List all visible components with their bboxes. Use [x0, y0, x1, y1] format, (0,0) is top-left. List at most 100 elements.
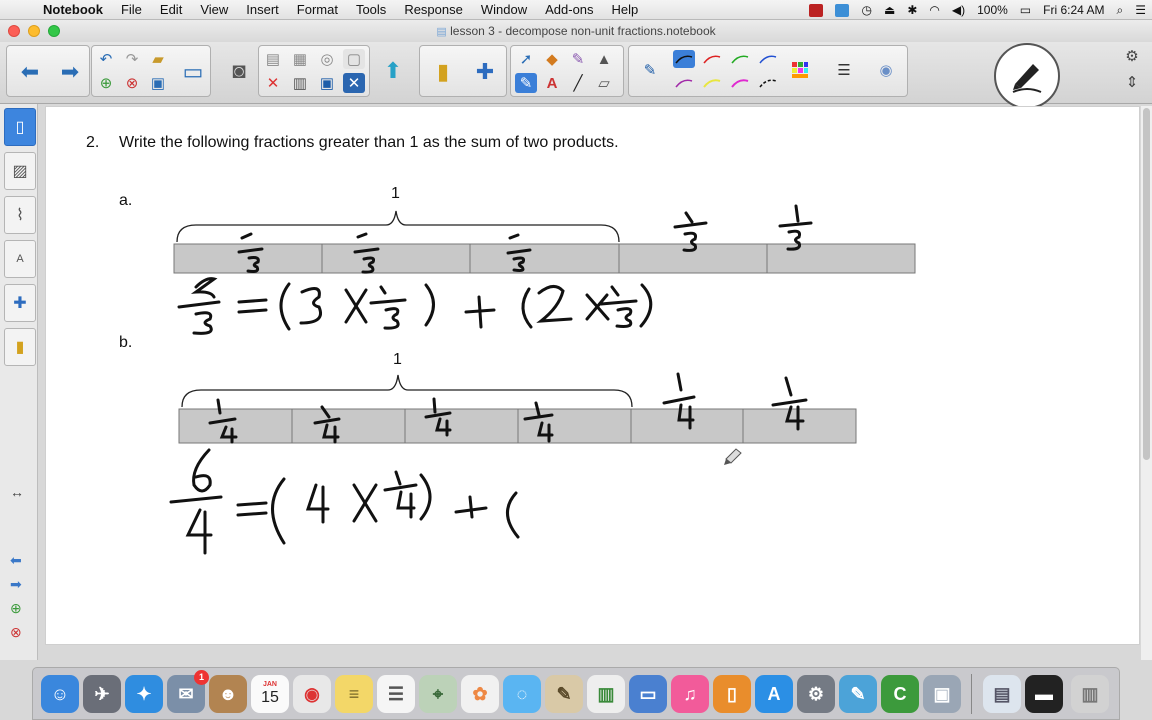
keynote-icon[interactable]: ▭: [629, 675, 667, 713]
messages-icon[interactable]: ◌: [503, 675, 541, 713]
pen-style-magenta[interactable]: [729, 74, 751, 92]
full-screen-icon[interactable]: ▢: [343, 49, 365, 69]
spotlight-icon[interactable]: ⌕: [1111, 3, 1130, 18]
save-icon[interactable]: ▣: [147, 73, 169, 93]
sidebar-previous-icon[interactable]: ⬅: [10, 552, 22, 569]
vertical-scrollbar[interactable]: [1141, 106, 1152, 660]
menu-insert[interactable]: Insert: [237, 0, 288, 20]
chrome-icon[interactable]: ◉: [293, 675, 331, 713]
app-store-icon[interactable]: A: [755, 675, 793, 713]
pen-type-icon[interactable]: ✎: [639, 60, 661, 80]
insert-table-icon[interactable]: ▥: [289, 73, 311, 93]
menu-response[interactable]: Response: [395, 0, 472, 20]
calendar-icon[interactable]: JAN 15: [251, 675, 289, 713]
maps-icon[interactable]: ⌖: [419, 675, 457, 713]
sidebar-add-page-icon[interactable]: ⊕: [10, 600, 22, 617]
menu-edit[interactable]: Edit: [151, 0, 191, 20]
page-sorter-tab[interactable]: ▯: [4, 108, 36, 146]
response-icon[interactable]: ▮: [428, 57, 458, 87]
volume-icon[interactable]: ◀): [946, 3, 971, 17]
upload-icon[interactable]: ⏏: [878, 3, 901, 17]
pen-style-yellow[interactable]: [701, 74, 723, 92]
delete-page-icon[interactable]: ⊗: [121, 73, 143, 93]
pen-style-red[interactable]: [701, 50, 723, 68]
minimize-window-button[interactable]: [28, 25, 40, 37]
fill-bucket-icon[interactable]: ⬆: [378, 56, 408, 86]
ibooks-icon[interactable]: ▯: [713, 675, 751, 713]
web-icon[interactable]: ◎: [316, 49, 338, 69]
next-page-icon[interactable]: ➡: [55, 57, 85, 87]
line-thickness-icon[interactable]: ☰: [833, 60, 855, 80]
record-icon[interactable]: [803, 3, 829, 18]
response-tab[interactable]: ▮: [4, 328, 36, 366]
screen-shade-icon[interactable]: ▭: [178, 57, 208, 87]
mail-icon[interactable]: ✉ 1: [167, 670, 209, 713]
photos-icon[interactable]: ✿: [461, 675, 499, 713]
finder-icon[interactable]: ☺: [41, 675, 79, 713]
fill-icon[interactable]: ▲: [593, 49, 615, 69]
launchpad-icon[interactable]: ✈: [83, 675, 121, 713]
menu-add-ons[interactable]: Add-ons: [536, 0, 602, 20]
ink-aware-button[interactable]: [994, 43, 1060, 109]
add-ons-tab[interactable]: ✚: [4, 284, 36, 322]
trash-icon[interactable]: ▥: [1071, 675, 1109, 713]
delete-icon[interactable]: ✕: [262, 73, 284, 93]
whiteboard-page[interactable]: 2. Write the following fractions greater…: [45, 106, 1140, 645]
camtasia-icon[interactable]: C: [881, 675, 919, 713]
pen-icon[interactable]: ✎: [515, 73, 537, 93]
menu-file[interactable]: File: [112, 0, 151, 20]
text-icon[interactable]: A: [541, 73, 563, 93]
magic-pen-icon[interactable]: ✎: [567, 49, 589, 69]
dock-document-icon[interactable]: ▤: [983, 675, 1021, 713]
clock[interactable]: Fri 6:24 AM: [1037, 3, 1110, 17]
add-page-icon[interactable]: ⊕: [95, 73, 117, 93]
undo-icon[interactable]: ↶: [95, 49, 117, 69]
sidebar-next-icon[interactable]: ➡: [10, 576, 22, 593]
system-preferences-icon[interactable]: ⚙: [797, 675, 835, 713]
shapes-icon[interactable]: ◆: [541, 49, 563, 69]
reminders-icon[interactable]: ☰: [377, 675, 415, 713]
gallery-tab[interactable]: ▨: [4, 152, 36, 190]
notification-center-icon[interactable]: ☰: [1129, 3, 1152, 17]
screen-capture-icon[interactable]: ◙: [224, 56, 254, 86]
zoom-window-button[interactable]: [48, 25, 60, 37]
wifi-icon[interactable]: ◠: [923, 3, 945, 17]
attachments-tab[interactable]: ⌇: [4, 196, 36, 234]
pen-style-selected[interactable]: [673, 50, 695, 68]
contacts-icon[interactable]: ☻: [209, 675, 247, 713]
resize-sidebar-icon[interactable]: ↔: [10, 484, 24, 500]
pen-style-blue[interactable]: [757, 50, 779, 68]
properties-tab[interactable]: A: [4, 240, 36, 278]
select-icon[interactable]: ➚: [515, 49, 537, 69]
settings-gear-icon[interactable]: ⚙: [1121, 46, 1143, 66]
smart-icon[interactable]: [829, 3, 855, 18]
smart-notebook-icon[interactable]: ✎: [839, 675, 877, 713]
preview-icon[interactable]: ▣: [923, 675, 961, 713]
notes-icon[interactable]: ≡: [335, 675, 373, 713]
menu-notebook[interactable]: Notebook: [34, 0, 112, 20]
menu-window[interactable]: Window: [472, 0, 536, 20]
dock-screen-icon[interactable]: ▬: [1025, 675, 1063, 713]
redo-icon[interactable]: ↷: [121, 49, 143, 69]
previous-page-icon[interactable]: ⬅: [15, 57, 45, 87]
battery-icon[interactable]: ▭: [1014, 3, 1037, 17]
toolbar-position-icon[interactable]: ⇕: [1121, 72, 1143, 92]
itunes-icon[interactable]: ♫: [671, 675, 709, 713]
open-folder-icon[interactable]: ▰: [147, 49, 169, 69]
pages-icon[interactable]: ✎: [545, 675, 583, 713]
close-window-button[interactable]: [8, 25, 20, 37]
menu-help[interactable]: Help: [603, 0, 648, 20]
pen-style-dashed[interactable]: [757, 74, 779, 92]
pen-style-purple[interactable]: [673, 74, 695, 92]
numbers-icon[interactable]: ▥: [587, 675, 625, 713]
line-icon[interactable]: ╱: [567, 73, 589, 93]
document-camera-icon[interactable]: ▣: [316, 73, 338, 93]
sidebar-delete-page-icon[interactable]: ⊗: [10, 624, 22, 641]
safari-icon[interactable]: ✦: [125, 675, 163, 713]
close-toolbar-icon[interactable]: ✕: [343, 73, 365, 93]
paste-icon[interactable]: ▤: [262, 49, 284, 69]
timemachine-icon[interactable]: ◷: [855, 3, 877, 17]
table-icon[interactable]: ▦: [289, 49, 311, 69]
pen-style-green[interactable]: [729, 50, 751, 68]
add-ons-icon[interactable]: ✚: [470, 57, 500, 87]
